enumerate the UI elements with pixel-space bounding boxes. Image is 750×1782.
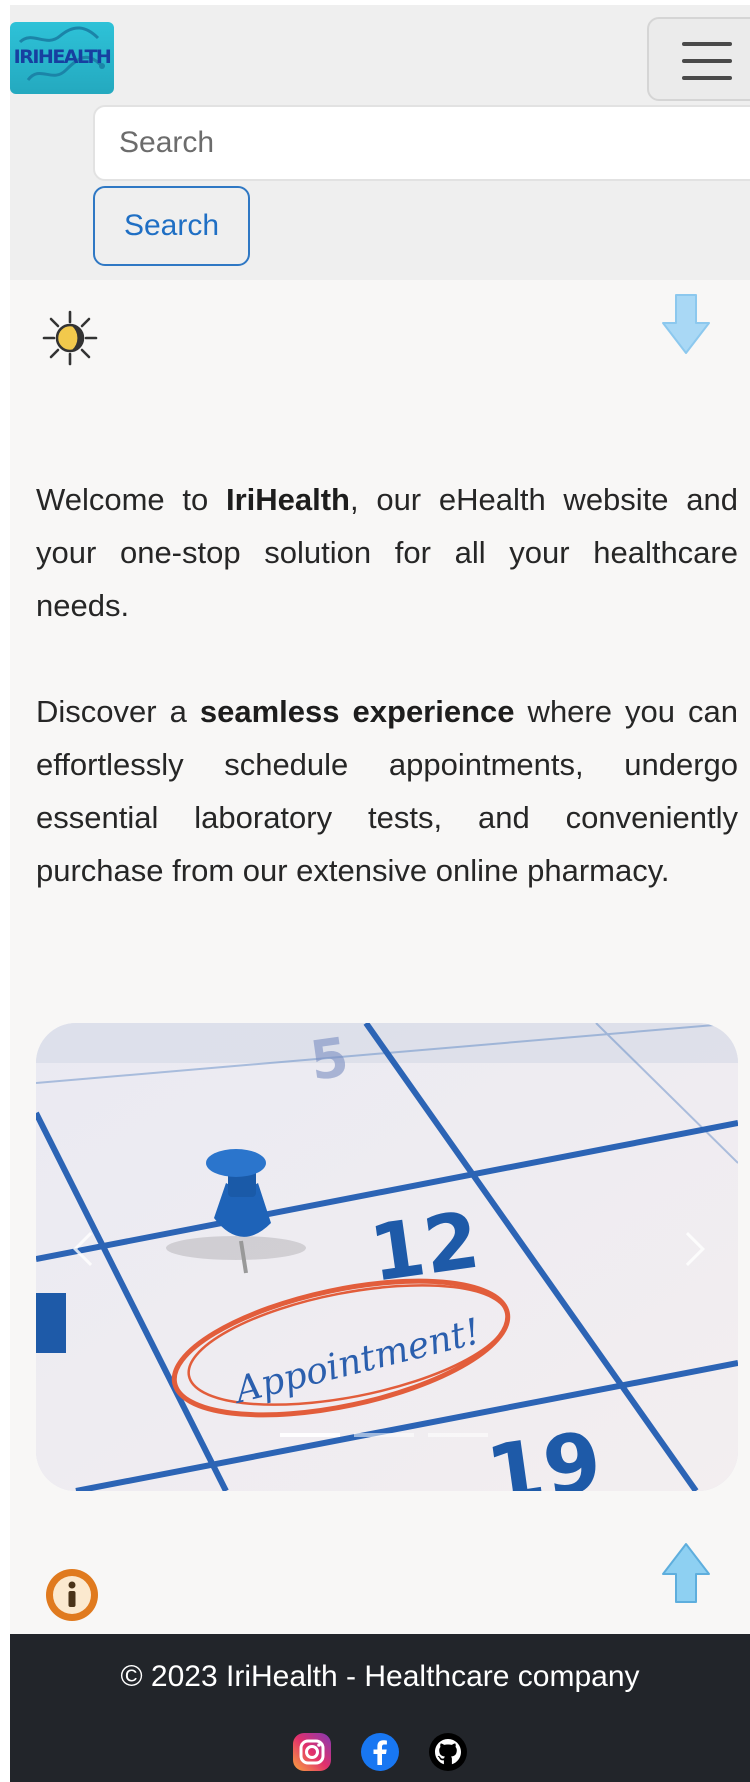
hamburger-icon xyxy=(682,42,732,46)
menu-toggle-button[interactable] xyxy=(647,17,750,101)
carousel-next-button[interactable] xyxy=(658,1023,738,1491)
chevron-left-icon xyxy=(73,1232,107,1266)
intro-paragraph-discover: Discover a seamless experience where you… xyxy=(36,694,739,888)
github-icon[interactable] xyxy=(428,1732,468,1772)
intro-text: Welcome to IriHealth, our eHealth websit… xyxy=(36,473,738,950)
logo-text: IRIHEALTH xyxy=(13,46,112,68)
sun-icon[interactable] xyxy=(42,310,98,371)
brand-name: IriHealth xyxy=(225,482,350,517)
social-links xyxy=(10,1732,750,1772)
carousel-indicator[interactable] xyxy=(280,1433,340,1437)
calendar-appointment-image: 5 12 19 Appointment! xyxy=(36,1023,738,1491)
facebook-icon[interactable] xyxy=(360,1732,400,1772)
search-input[interactable] xyxy=(93,105,750,181)
footer: © 2023 IriHealth - Healthcare company xyxy=(10,1634,750,1782)
info-icon[interactable] xyxy=(44,1567,100,1628)
carousel-indicator[interactable] xyxy=(354,1433,414,1437)
brand-logo[interactable]: IRIHEALTH xyxy=(10,22,114,94)
page-frame: IRIHEALTH Search Welcome to IriHealth xyxy=(10,5,750,1782)
carousel-prev-button[interactable] xyxy=(36,1023,116,1491)
search-button[interactable]: Search xyxy=(93,186,250,266)
arrow-up-icon[interactable] xyxy=(661,1542,711,1609)
arrow-down-icon[interactable] xyxy=(661,293,711,360)
instagram-icon[interactable] xyxy=(292,1732,332,1772)
chevron-right-icon xyxy=(671,1232,705,1266)
intro-paragraph-welcome: Welcome to IriHealth, our eHealth websit… xyxy=(36,482,738,623)
navbar: IRIHEALTH Search xyxy=(10,5,750,280)
carousel-indicators xyxy=(280,1433,488,1437)
carousel-indicator[interactable] xyxy=(428,1433,488,1437)
highlight-text: seamless experience xyxy=(199,694,515,729)
copyright-text: © 2023 IriHealth - Healthcare company xyxy=(120,1660,640,1693)
image-carousel[interactable]: 5 12 19 Appointment! xyxy=(36,1023,738,1491)
